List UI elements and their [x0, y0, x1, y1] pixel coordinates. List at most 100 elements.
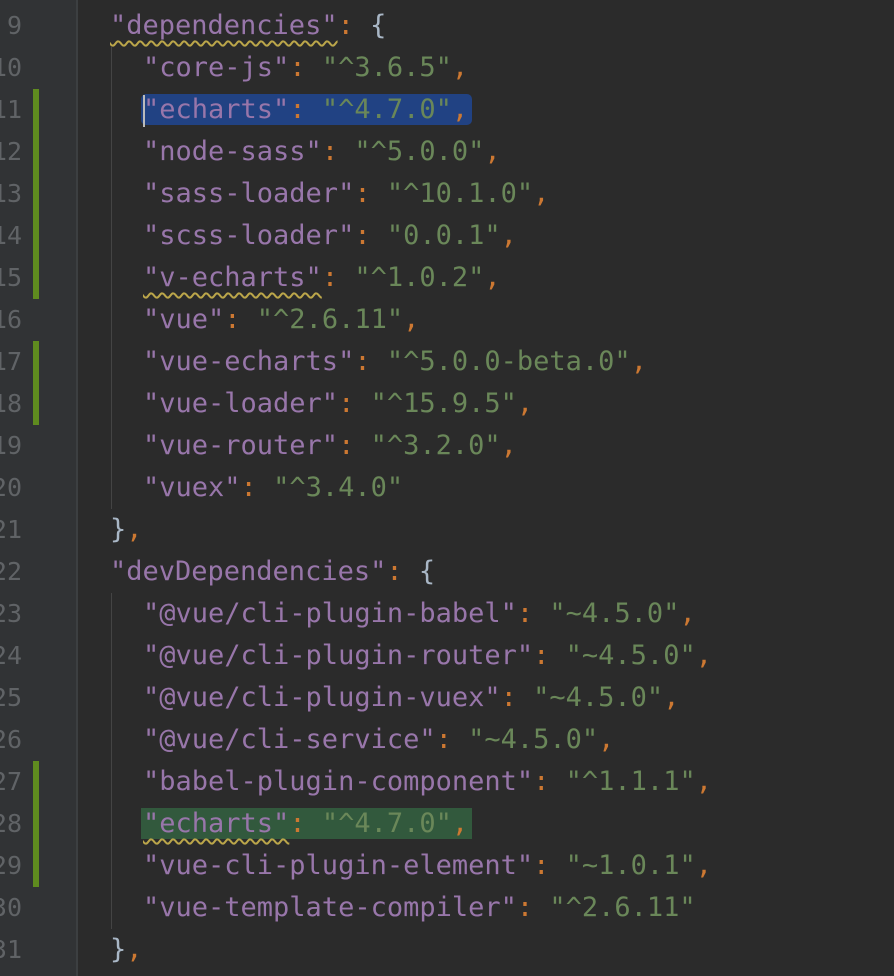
code-line[interactable]: 10 "core-js": "^3.6.5", — [0, 47, 894, 89]
json-key: "@vue/cli-plugin-router" — [143, 640, 534, 671]
line-number: 29 — [0, 851, 22, 880]
json-value: "^1.0.2" — [354, 262, 485, 293]
json-value: "^3.4.0" — [273, 472, 404, 503]
json-value: "^5.0.0" — [354, 136, 485, 167]
line-number: 28 — [0, 809, 22, 838]
code-line[interactable]: 29 "vue-cli-plugin-element": "~1.0.1", — [0, 845, 894, 887]
json-value: "^4.7.0" — [321, 94, 452, 125]
code-line[interactable]: 13 "sass-loader": "^10.1.0", — [0, 173, 894, 215]
code-text[interactable]: "sass-loader": "^10.1.0", — [143, 173, 549, 215]
json-value: "^2.6.11" — [549, 892, 696, 923]
code-line[interactable]: 18 "vue-loader": "^15.9.5", — [0, 383, 894, 425]
comma: , — [451, 808, 469, 839]
code-text[interactable]: "@vue/cli-service": "~4.5.0", — [143, 719, 614, 761]
code-text[interactable]: "scss-loader": "0.0.1", — [143, 215, 517, 257]
code-line[interactable]: 15 "v-echarts": "^1.0.2", — [0, 257, 894, 299]
code-line[interactable]: 31}, — [0, 929, 894, 971]
code-text[interactable]: "dependencies": { — [110, 5, 386, 47]
code-text[interactable]: "echarts": "^4.7.0", — [141, 803, 473, 845]
colon: : — [321, 262, 355, 293]
code-line[interactable]: 27 "babel-plugin-component": "^1.1.1", — [0, 761, 894, 803]
code-line[interactable]: 14 "scss-loader": "0.0.1", — [0, 215, 894, 257]
vcs-change-marker[interactable] — [33, 845, 39, 887]
code-text[interactable]: "babel-plugin-component": "^1.1.1", — [143, 761, 712, 803]
line-number: 21 — [0, 515, 22, 544]
comma: , — [403, 304, 420, 335]
json-value: "~1.0.1" — [565, 850, 696, 881]
colon: : — [533, 640, 566, 671]
code-text[interactable]: "core-js": "^3.6.5", — [143, 47, 468, 89]
json-value: "~4.5.0" — [533, 682, 664, 713]
vcs-change-marker[interactable] — [33, 803, 39, 845]
code-text[interactable]: "node-sass": "^5.0.0", — [143, 131, 501, 173]
code-text[interactable]: "vuex": "^3.4.0" — [143, 467, 403, 509]
code-line[interactable]: 20 "vuex": "^3.4.0" — [0, 467, 894, 509]
json-value: "^5.0.0-beta.0" — [386, 346, 631, 377]
line-number: 30 — [0, 893, 22, 922]
json-value: "^3.6.5" — [321, 52, 452, 83]
comma: , — [451, 52, 469, 83]
code-text[interactable]: "vue-template-compiler": "^2.6.11" — [143, 887, 696, 929]
code-text[interactable]: "vue-cli-plugin-element": "~1.0.1", — [143, 845, 712, 887]
colon: : — [289, 52, 322, 83]
code-text[interactable]: "v-echarts": "^1.0.2", — [143, 257, 501, 299]
colon: : — [435, 724, 469, 755]
code-text[interactable]: "devDependencies": { — [110, 551, 435, 593]
code-text[interactable]: "@vue/cli-plugin-babel": "~4.5.0", — [143, 593, 696, 635]
code-line[interactable]: 28 "echarts": "^4.7.0", — [0, 803, 894, 845]
vcs-change-marker[interactable] — [33, 341, 39, 383]
code-text[interactable]: "@vue/cli-plugin-router": "~4.5.0", — [143, 635, 712, 677]
colon: : — [500, 682, 534, 713]
line-number: 19 — [0, 431, 22, 460]
json-key: "v-echarts" — [143, 262, 322, 293]
json-key: "vue-loader" — [143, 388, 339, 419]
code-line[interactable]: 21}, — [0, 509, 894, 551]
code-line[interactable]: 26 "@vue/cli-service": "~4.5.0", — [0, 719, 894, 761]
code-text[interactable]: "vue-echarts": "^5.0.0-beta.0", — [143, 341, 647, 383]
opening-brace: { — [418, 556, 436, 587]
vcs-change-marker[interactable] — [33, 383, 39, 425]
json-key: "vuex" — [143, 472, 241, 503]
code-line[interactable]: 12 "node-sass": "^5.0.0", — [0, 131, 894, 173]
vcs-change-marker[interactable] — [33, 761, 39, 803]
code-text[interactable]: "@vue/cli-plugin-vuex": "~4.5.0", — [143, 677, 679, 719]
json-key: "vue-template-compiler" — [143, 892, 517, 923]
comma: , — [598, 724, 615, 755]
code-editor[interactable]: 9"dependencies": {10"core-js": "^3.6.5",… — [0, 0, 894, 976]
json-key: "core-js" — [143, 52, 290, 83]
json-key: "echarts" — [143, 94, 290, 125]
code-line[interactable]: 22 "devDependencies": { — [0, 551, 894, 593]
code-text[interactable]: }, — [110, 509, 143, 551]
comma: , — [630, 346, 647, 377]
json-value: "~4.5.0" — [565, 640, 696, 671]
search-match-highlight: "echarts": "^4.7.0", — [141, 808, 473, 839]
vcs-change-marker[interactable] — [33, 215, 39, 257]
vcs-change-marker[interactable] — [33, 89, 39, 131]
code-text[interactable]: "vue": "^2.6.11", — [143, 299, 419, 341]
code-line[interactable]: 24 "@vue/cli-plugin-router": "~4.5.0", — [0, 635, 894, 677]
code-text[interactable]: "echarts": "^4.7.0", — [141, 89, 473, 131]
json-value: "~4.5.0" — [468, 724, 599, 755]
code-line[interactable]: 19 "vue-router": "^3.2.0", — [0, 425, 894, 467]
code-line[interactable]: 17 "vue-echarts": "^5.0.0-beta.0", — [0, 341, 894, 383]
code-line[interactable]: 30 "vue-template-compiler": "^2.6.11" — [0, 887, 894, 929]
vcs-change-marker[interactable] — [33, 257, 39, 299]
text-selection: "echarts": "^4.7.0", — [141, 94, 473, 127]
code-text[interactable]: "vue-loader": "^15.9.5", — [143, 383, 533, 425]
vcs-change-marker[interactable] — [33, 173, 39, 215]
json-key: "@vue/cli-plugin-babel" — [143, 598, 517, 629]
code-line[interactable]: 23 "@vue/cli-plugin-babel": "~4.5.0", — [0, 593, 894, 635]
code-text[interactable]: }, — [110, 929, 143, 971]
code-line[interactable]: 16 "vue": "^2.6.11", — [0, 299, 894, 341]
line-number: 31 — [0, 935, 22, 964]
code-line[interactable]: 9 "dependencies": { — [0, 5, 894, 47]
colon: : — [321, 136, 355, 167]
json-value: "^4.7.0" — [321, 808, 452, 839]
comma: , — [500, 430, 517, 461]
vcs-change-marker[interactable] — [33, 131, 39, 173]
closing-brace: } — [110, 514, 127, 545]
comma: , — [679, 598, 696, 629]
code-line[interactable]: 25 "@vue/cli-plugin-vuex": "~4.5.0", — [0, 677, 894, 719]
code-text[interactable]: "vue-router": "^3.2.0", — [143, 425, 517, 467]
code-line[interactable]: 11 "echarts": "^4.7.0", — [0, 89, 894, 131]
